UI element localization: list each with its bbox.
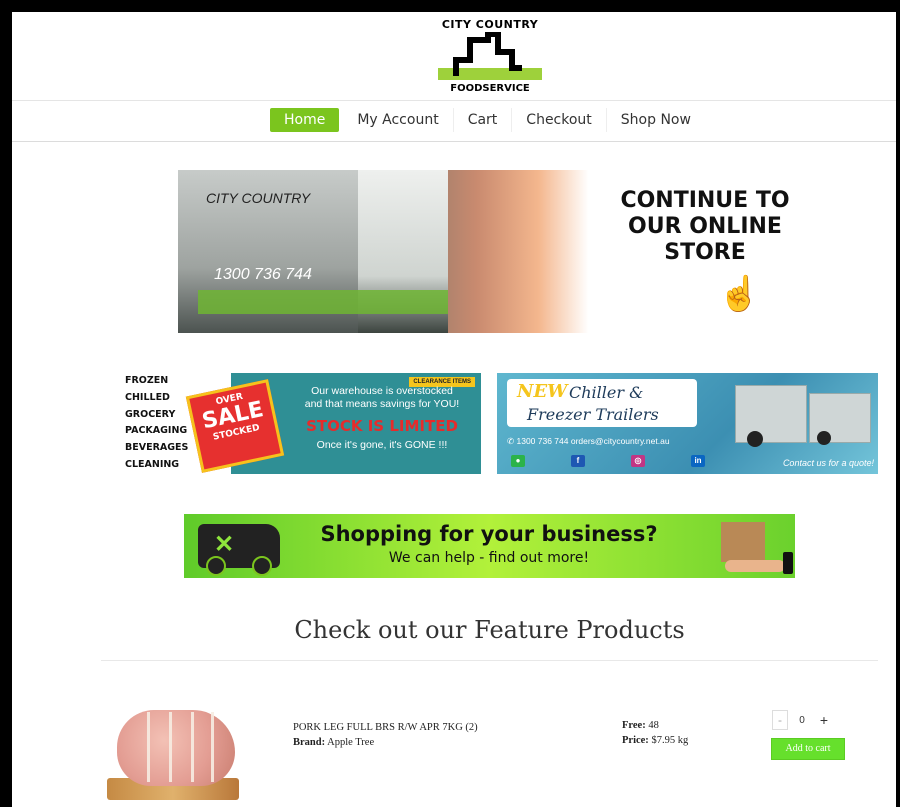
price-value: $7.95 kg <box>651 735 689 746</box>
add-to-cart-button[interactable]: Add to cart <box>771 738 845 760</box>
main-nav: Home My Account Cart Checkout Shop Now <box>12 100 896 142</box>
business-headline: Shopping for your business? <box>320 522 658 546</box>
cutlery-icon: ✕ <box>214 531 235 558</box>
overstock-line-2: and that means savings for YOU! <box>304 398 460 410</box>
window-frame-right <box>896 0 900 807</box>
trailers-image <box>733 381 873 453</box>
hand-image <box>725 560 785 572</box>
quantity-stepper: - 0 + <box>772 710 832 730</box>
free-label: Free: <box>622 720 646 731</box>
trailer-wheel-2 <box>817 431 831 445</box>
overstock-line-1: Our warehouse is overstocked <box>311 385 453 397</box>
product-brand: Brand: Apple Tree <box>293 737 374 748</box>
category-frozen: FROZEN <box>125 375 169 386</box>
brand-value: Apple Tree <box>327 737 375 748</box>
product-name[interactable]: PORK LEG FULL BRS R/W APR 7KG (2) <box>293 722 478 733</box>
cta-line-1: CONTINUE TO <box>620 188 790 213</box>
business-subtext: We can help - find out more! <box>388 550 590 566</box>
nav-item-checkout[interactable]: Checkout <box>512 108 607 132</box>
overstock-sale-banner[interactable]: FROZEN CHILLED GROCERY PACKAGING BEVERAG… <box>101 373 481 474</box>
section-divider <box>101 660 878 661</box>
logo-top-text: CITY COUNTRY <box>441 18 539 31</box>
trailers-banner[interactable]: NEW Chiller & Freezer Trailers ✆ 1300 73… <box>497 373 878 474</box>
phone-image <box>783 552 793 574</box>
trailer-wheel-1 <box>747 431 763 447</box>
product-price: Price: $7.95 kg <box>622 735 688 746</box>
free-value: 48 <box>648 720 659 731</box>
twine-2 <box>169 712 172 782</box>
delivery-van-icon: ✕ <box>198 524 280 576</box>
truck-green-stripe <box>198 290 448 314</box>
qty-input[interactable]: 0 <box>788 715 816 726</box>
pork-leg <box>117 710 235 786</box>
stock-limited-text: STOCK IS LIMITED <box>306 417 458 435</box>
parcel-box-image <box>721 522 765 562</box>
twine-1 <box>147 712 150 782</box>
whatsapp-icon[interactable]: ● <box>511 455 525 467</box>
brand-label: Brand: <box>293 737 326 748</box>
window-frame-top <box>0 0 900 12</box>
qty-decrement-button[interactable]: - <box>772 710 788 730</box>
qty-increment-button[interactable]: + <box>816 712 832 728</box>
logo-bottom-text: FOODSERVICE <box>450 83 530 94</box>
featured-products-title: Check out our Feature Products <box>294 616 685 644</box>
business-banner[interactable]: ✕ Shopping for your business? We can hel… <box>184 514 795 578</box>
pointing-hand-icon: ☝ <box>718 275 761 313</box>
window-frame-left <box>0 0 12 807</box>
new-label: NEW <box>517 381 568 402</box>
twine-4 <box>211 712 214 782</box>
nav-item-cart[interactable]: Cart <box>454 108 513 132</box>
overstock-text: Our warehouse is overstocked and that me… <box>287 385 477 411</box>
linkedin-icon[interactable]: in <box>691 455 705 467</box>
cta-line-3: STORE <box>664 240 746 265</box>
cta-text: CONTINUE TO OUR ONLINE STORE <box>610 188 800 266</box>
instagram-icon[interactable]: ◎ <box>631 455 645 467</box>
nav-item-shop-now[interactable]: Shop Now <box>607 108 705 132</box>
trailers-title-2: Freezer Trailers <box>527 405 659 424</box>
facebook-icon[interactable]: f <box>571 455 585 467</box>
twine-3 <box>191 712 194 782</box>
trailers-title-1: Chiller & <box>569 383 644 402</box>
nav-item-home[interactable]: Home <box>270 108 340 132</box>
truck-phone-text: 1300 736 744 <box>214 266 312 283</box>
product-free-stock: Free: 48 <box>622 720 659 731</box>
logo-buildings-icon <box>438 32 542 80</box>
trailers-title-box: NEW Chiller & Freezer Trailers <box>507 379 697 427</box>
site-logo[interactable]: CITY COUNTRY FOODSERVICE <box>430 18 550 94</box>
trailer-1 <box>735 385 807 443</box>
price-label: Price: <box>622 735 649 746</box>
product-image[interactable] <box>107 706 239 800</box>
quote-text: Contact us for a quote! <box>782 458 874 468</box>
nav-item-my-account[interactable]: My Account <box>343 108 454 132</box>
gone-text: Once it's gone, it's GONE !!! <box>316 439 448 451</box>
hero-banner-online-store[interactable]: CITY COUNTRY 1300 736 744 CONTINUE TO OU… <box>178 170 800 333</box>
contact-text: 1300 736 744 orders@citycountry.net.au <box>516 436 670 446</box>
cta-line-2: OUR ONLINE <box>628 214 782 239</box>
sale-badge: OVER SALE STOCKED <box>185 379 285 473</box>
contact-line: ✆ 1300 736 744 orders@citycountry.net.au <box>507 436 670 447</box>
social-icons: ● f ◎ in <box>511 455 751 467</box>
truck-brand-text: CITY COUNTRY <box>206 190 311 206</box>
